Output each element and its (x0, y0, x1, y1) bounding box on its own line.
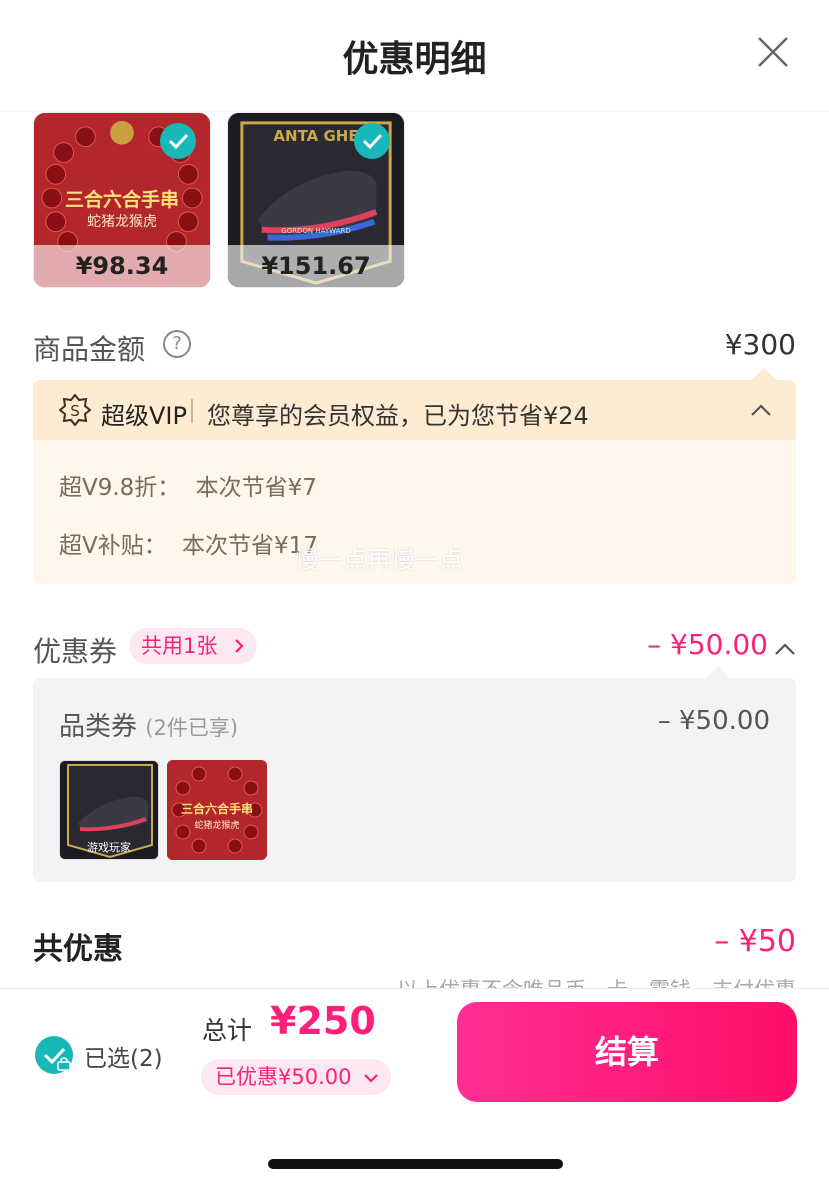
total-label: 总计 (202, 1016, 253, 1045)
vip-name: 超级VIP (101, 402, 187, 430)
product-card[interactable]: 三合六合手串 蛇猪龙猴虎 ¥98.34 (33, 112, 211, 288)
coupon-product-thumbnail[interactable]: 游戏玩家 (59, 760, 159, 860)
divider (191, 399, 193, 423)
category-coupon-title: 品类券 (2件已享) (59, 706, 238, 743)
chevron-right-icon (235, 639, 244, 653)
vip-subsidy-line: 超V补贴： 本次节省¥17 (59, 526, 318, 560)
watermark: 慢一点再慢一点 (295, 546, 463, 574)
product-image-caption: 三合六合手串 (64, 189, 179, 211)
vip-description: 您尊享的会员权益，已为您节省¥24 (207, 402, 589, 430)
vip-pointer (752, 368, 776, 380)
help-icon[interactable]: ? (163, 330, 191, 358)
coupon-label: 优惠券 (33, 635, 118, 668)
product-image-subcaption: 蛇猪龙猴虎 (87, 214, 157, 230)
goods-amount-value: ¥300 (724, 328, 796, 361)
category-coupon-name: 品类券 (59, 712, 138, 742)
product-card[interactable]: ANTA GHE GORDON HAYWARD ¥151.67 (227, 112, 405, 288)
selected-check-icon[interactable] (160, 123, 196, 159)
category-coupon-panel: 品类券 (2件已享) – ¥50.00 游戏玩家 三合六合手串 蛇猪龙猴虎 (33, 666, 796, 882)
total-discount-value: – ¥50 (714, 924, 796, 959)
discount-note: 以上优惠不含唯品币、卡、零钱、支付优惠 (397, 974, 796, 988)
lock-icon (57, 1057, 71, 1071)
goods-amount-row: 商品金额 ? ¥300 (33, 326, 796, 366)
saved-amount-text: 已优惠¥50.00 (215, 1065, 352, 1089)
coupon-count-text: 共用1张 (141, 634, 218, 658)
coupon-product-thumbnail[interactable]: 三合六合手串 蛇猪龙猴虎 (167, 760, 267, 860)
saved-amount-pill[interactable]: 已优惠¥50.00 (201, 1059, 392, 1095)
bracelet-thumbnail-caption: 三合六合手串 (180, 802, 253, 816)
header: 优惠明细 (0, 0, 829, 112)
product-price: ¥151.67 (228, 245, 404, 287)
vip-badge-icon: S (59, 394, 91, 426)
product-image-subcaption: GORDON HAYWARD (281, 227, 351, 235)
checkout-button[interactable]: 结算 (457, 1002, 797, 1102)
total-discount-label: 共优惠 (33, 932, 123, 967)
coupon-discount-value: – ¥50.00 (647, 628, 768, 661)
category-coupon-sub: (2件已享) (145, 716, 239, 740)
chevron-up-icon[interactable] (774, 642, 796, 656)
bracelet-thumbnail-subcaption: 蛇猪龙猴虎 (194, 821, 240, 831)
vip-discount-text: 本次节省¥7 (195, 475, 317, 501)
chevron-up-icon[interactable] (750, 402, 772, 418)
goods-amount-label: 商品金额 (33, 333, 146, 366)
vip-benefits-panel: S 超级VIP 您尊享的会员权益，已为您节省¥24 超V9.8折： 本次节省¥7… (33, 368, 796, 584)
product-price: ¥98.34 (34, 245, 210, 287)
shoe-thumbnail-caption: 游戏玩家 (87, 841, 131, 854)
selected-check-icon[interactable] (354, 123, 390, 159)
page-title: 优惠明细 (342, 39, 487, 80)
checkout-bar: 已选(2) 总计 ¥250 已优惠¥50.00 结算 (0, 988, 829, 1187)
vip-discount-line: 超V9.8折： 本次节省¥7 (59, 468, 317, 502)
vip-header[interactable]: S 超级VIP 您尊享的会员权益，已为您节省¥24 (33, 380, 796, 440)
vip-discount-label: 超V9.8折： (59, 475, 181, 501)
coupon-count-badge[interactable]: 共用1张 (129, 628, 258, 664)
home-indicator (268, 1159, 563, 1169)
coupon-row: 优惠券 共用1张 – ¥50.00 (33, 628, 796, 668)
selected-count: 已选(2) (84, 1046, 163, 1072)
close-icon[interactable] (753, 32, 793, 72)
content[interactable]: 三合六合手串 蛇猪龙猴虎 ¥98.34 ANTA GHE GORDON HAYW… (0, 112, 829, 988)
category-coupon-value: – ¥50.00 (657, 706, 770, 736)
coupon-pointer (706, 666, 730, 678)
total-value: ¥250 (270, 999, 376, 1043)
total-discount-row: 共优惠 – ¥50 (33, 924, 796, 968)
vip-subsidy-label: 超V补贴： (59, 533, 167, 559)
svg-text:S: S (70, 402, 80, 420)
chevron-down-icon (364, 1074, 379, 1083)
